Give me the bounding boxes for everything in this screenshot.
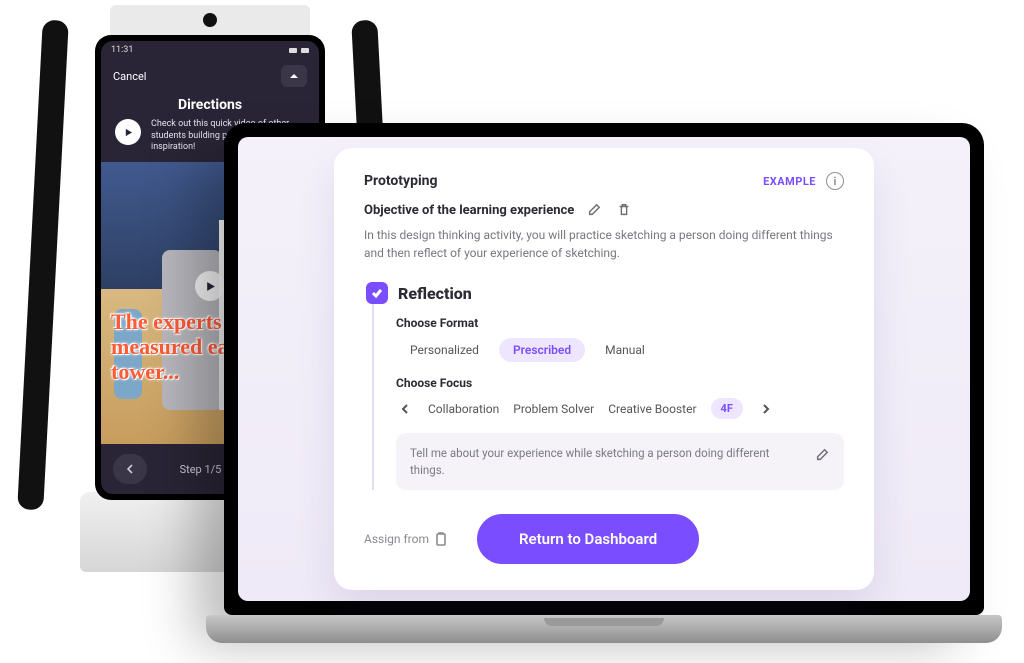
objective-label: Objective of the learning experience	[364, 203, 574, 218]
format-label: Choose Format	[396, 316, 844, 330]
objective-row: Objective of the learning experience	[364, 200, 844, 220]
laptop-bezel: Prototyping EXAMPLE i Objective of the l…	[224, 123, 984, 615]
laptop-base	[206, 615, 1002, 643]
assign-from-label: Assign from	[364, 532, 429, 546]
card-footer: Assign from Return to Dashboard	[364, 514, 844, 564]
status-time: 11:31	[111, 45, 133, 55]
edit-objective-button[interactable]	[584, 200, 604, 220]
laptop-notch	[549, 123, 659, 137]
focus-next-button[interactable]	[757, 400, 775, 418]
status-indicators	[289, 45, 309, 55]
format-option-prescribed[interactable]: Prescribed	[499, 338, 585, 362]
cancel-button[interactable]: Cancel	[113, 70, 146, 83]
play-icon	[205, 281, 216, 292]
objective-description: In this design thinking activity, you wi…	[364, 226, 844, 262]
back-button[interactable]	[113, 454, 147, 484]
pencil-icon	[587, 203, 601, 217]
format-options: Personalized Prescribed Manual	[396, 338, 844, 362]
format-block: Choose Format Personalized Prescribed Ma…	[374, 316, 844, 362]
edit-prompt-button[interactable]	[812, 445, 832, 465]
pencil-icon	[815, 448, 829, 462]
app-top-bar: Cancel	[101, 59, 319, 93]
camera-bar	[110, 5, 310, 35]
chevron-left-icon	[401, 404, 409, 414]
directions-play-button[interactable]	[115, 119, 141, 145]
format-option-personalized[interactable]: Personalized	[396, 338, 493, 362]
format-option-manual[interactable]: Manual	[591, 338, 659, 362]
focus-option-problem-solver[interactable]: Problem Solver	[513, 402, 594, 416]
chevron-right-icon	[762, 404, 770, 414]
clipboard-icon	[435, 532, 447, 546]
delete-objective-button[interactable]	[614, 200, 634, 220]
lesson-card: Prototyping EXAMPLE i Objective of the l…	[334, 148, 874, 589]
focus-option-collaboration[interactable]: Collaboration	[428, 402, 499, 416]
status-bar: 11:31	[101, 41, 319, 59]
return-to-dashboard-button[interactable]: Return to Dashboard	[477, 514, 699, 564]
wifi-icon	[289, 48, 297, 53]
laptop-screen: Prototyping EXAMPLE i Objective of the l…	[238, 137, 970, 601]
reflection-prompt-text: Tell me about your experience while sket…	[410, 446, 769, 476]
reflection-section: Reflection Choose Format Personalized Pr…	[372, 282, 844, 489]
play-icon	[124, 128, 133, 137]
assign-from[interactable]: Assign from	[364, 532, 447, 546]
battery-icon	[301, 48, 309, 53]
focus-options: Collaboration Problem Solver Creative Bo…	[396, 398, 844, 419]
trash-icon	[617, 203, 631, 217]
info-icon[interactable]: i	[826, 172, 844, 190]
camera-icon	[203, 13, 217, 27]
directions-title: Directions	[101, 97, 319, 113]
chevron-left-icon	[125, 464, 135, 474]
focus-prev-button[interactable]	[396, 400, 414, 418]
reflection-prompt[interactable]: Tell me about your experience while sket…	[396, 433, 844, 489]
card-heading: Prototyping	[364, 173, 438, 189]
stand-arm-left	[17, 20, 69, 511]
card-header: Prototyping EXAMPLE i	[364, 172, 844, 190]
video-play-button[interactable]	[195, 271, 225, 301]
focus-block: Choose Focus Collaboration Problem Solve…	[374, 376, 844, 419]
example-link[interactable]: EXAMPLE	[763, 175, 816, 188]
collapse-button[interactable]	[281, 65, 307, 87]
reflection-checkbox[interactable]	[366, 282, 388, 304]
reflection-title: Reflection	[398, 284, 472, 303]
focus-label: Choose Focus	[396, 376, 844, 390]
focus-tag-4f[interactable]: 4F	[711, 398, 743, 419]
check-icon	[371, 287, 383, 299]
chevron-up-icon	[289, 71, 299, 81]
focus-option-creative-booster[interactable]: Creative Booster	[608, 402, 696, 416]
laptop-device: Prototyping EXAMPLE i Objective of the l…	[224, 123, 984, 643]
